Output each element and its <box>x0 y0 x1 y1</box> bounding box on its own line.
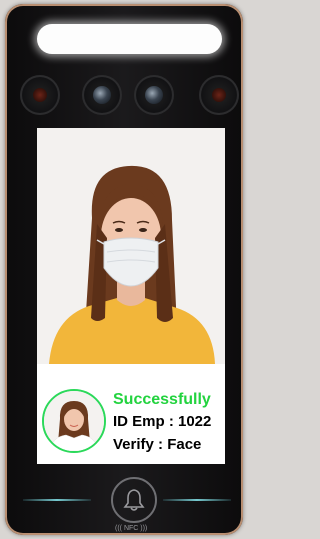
left-divider <box>23 499 91 501</box>
camera-lens-left <box>82 75 122 115</box>
doorbell-button[interactable] <box>111 477 157 523</box>
camera-lens-right <box>134 75 174 115</box>
verification-status: Successfully <box>113 391 211 408</box>
fill-light-bar <box>37 24 222 54</box>
employee-id: ID Emp : 1022 <box>113 413 212 430</box>
camera-feed <box>37 128 225 364</box>
ir-sensor-right <box>199 75 239 115</box>
bell-icon <box>123 489 145 511</box>
display-screen: Successfully ID Emp : 1022 Verify : Face <box>37 128 225 464</box>
right-divider <box>163 499 231 501</box>
verification-result-card: Successfully ID Emp : 1022 Verify : Face <box>37 385 225 464</box>
person-with-mask-image <box>37 128 225 364</box>
verify-method: Verify : Face <box>113 436 202 453</box>
face-recognition-terminal: Successfully ID Emp : 1022 Verify : Face… <box>5 4 243 535</box>
nfc-label: ((( NFC ))) <box>115 525 148 532</box>
avatar <box>42 389 106 453</box>
employee-photo <box>44 391 104 451</box>
ir-sensor-left <box>20 75 60 115</box>
